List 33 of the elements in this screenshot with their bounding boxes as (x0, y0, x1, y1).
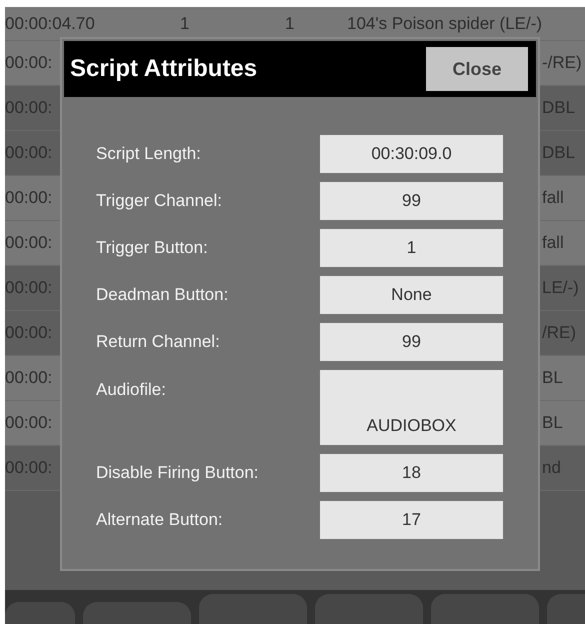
row-text: -/RE) (542, 53, 582, 73)
row-text: 00:00: (5, 188, 52, 208)
attribute-field[interactable]: AUDIOBOX (320, 370, 503, 445)
row-text: BL (542, 413, 563, 433)
attribute-label: Trigger Channel: (96, 191, 223, 211)
attribute-field[interactable]: 99 (320, 182, 503, 220)
attribute-label: Trigger Button: (96, 238, 209, 258)
attribute-label: Audiofile: (96, 379, 167, 400)
row-text: 00:00:04.70 (5, 14, 96, 34)
row-text: 00:00: (5, 233, 52, 253)
dialog-title: Script Attributes (70, 55, 258, 83)
row-text: 1 (285, 14, 296, 34)
row-text: 00:00: (5, 53, 52, 73)
attribute-field[interactable]: None (320, 276, 503, 314)
row-text: 00:00: (5, 413, 52, 433)
row-text: BL (542, 368, 563, 388)
row-text: 00:00: (5, 368, 52, 388)
attribute-field[interactable]: 00:30:09.0 (320, 135, 503, 173)
attribute-label: Deadman Button: (96, 285, 230, 305)
close-button[interactable]: Close (426, 47, 528, 91)
attribute-field[interactable]: 17 (320, 501, 503, 539)
row-text: 104's Poison spider (LE/-) (347, 14, 542, 34)
row-text: fall (542, 233, 564, 253)
attribute-label: Script Length: (96, 144, 202, 164)
bottom-tab[interactable] (5, 602, 75, 624)
row-text: fall (542, 188, 564, 208)
row-text: 1 (180, 14, 190, 34)
attribute-field[interactable]: 1 (320, 229, 503, 267)
attribute-label: Return Channel: (96, 332, 221, 352)
attribute-label: Disable Firing Button: (96, 463, 260, 483)
attribute-label: Alternate Button: (96, 510, 224, 530)
attribute-field[interactable]: 18 (320, 454, 503, 492)
attribute-field[interactable]: 99 (320, 323, 503, 361)
